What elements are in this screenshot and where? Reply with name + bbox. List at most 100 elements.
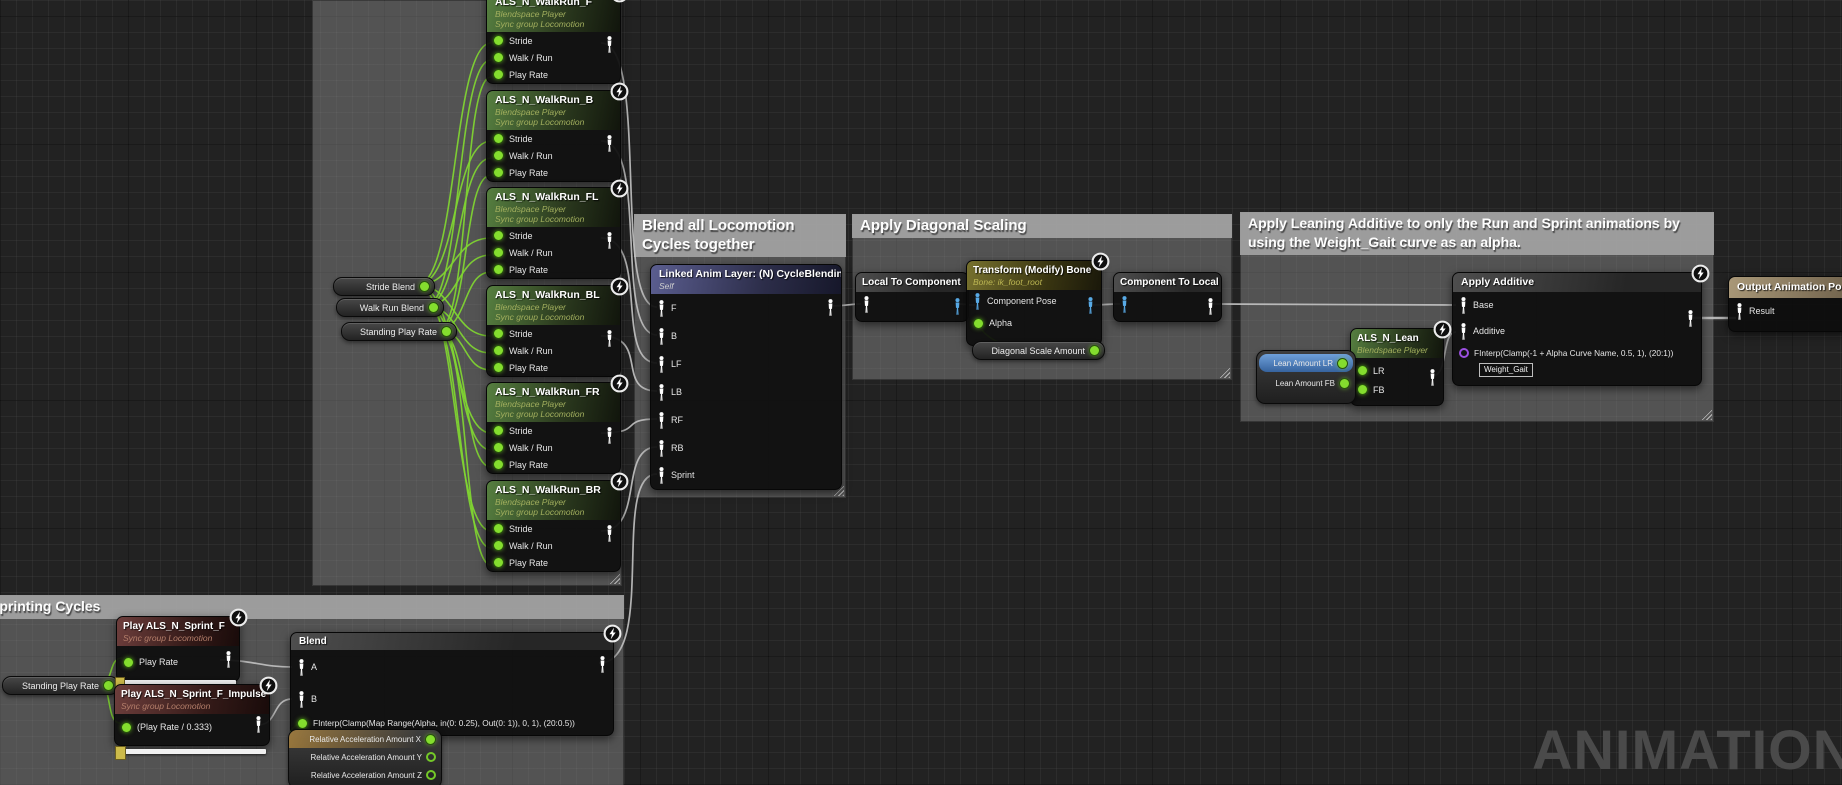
pose-a-input-pin[interactable] — [297, 659, 306, 676]
fb-input-pin[interactable] — [1357, 384, 1368, 395]
pill-lean-amount-fb[interactable]: Lean Amount FB — [1257, 374, 1355, 392]
playrate-input-pin[interactable] — [493, 459, 504, 470]
float-output-pin[interactable] — [441, 326, 452, 337]
node-blend[interactable]: Blend A B FInterp(Clamp(Map Range(Alpha,… — [290, 632, 614, 736]
pose-output-pin[interactable] — [1686, 310, 1695, 332]
alpha-curve-input-pin[interactable] — [1459, 348, 1469, 358]
pose-output-pin[interactable] — [598, 656, 607, 678]
float-output-pin[interactable] — [103, 680, 114, 691]
pose-input-pin[interactable] — [657, 412, 666, 429]
node-play-als-n-sprint-f-impulse[interactable]: Play ALS_N_Sprint_F_Impulse Sync group L… — [114, 684, 270, 746]
pose-output-pin[interactable] — [826, 299, 835, 321]
lean-amount-group[interactable]: Lean Amount LR Lean Amount FB — [1256, 350, 1356, 404]
float-output-pin[interactable] — [419, 281, 430, 292]
walkrun-input-pin[interactable] — [493, 52, 504, 63]
node-play-als-n-sprint-f[interactable]: Play ALS_N_Sprint_F Sync group Locomotio… — [116, 616, 240, 682]
pill-walk-run-blend[interactable]: Walk Run Blend — [336, 298, 444, 317]
pose-b-input-pin[interactable] — [297, 691, 306, 708]
alpha-input-pin[interactable] — [297, 718, 308, 729]
float-output-pin[interactable] — [426, 752, 436, 762]
pose-output-pin[interactable] — [605, 525, 614, 547]
node-component-to-local[interactable]: Component To Local — [1113, 272, 1222, 322]
node-apply-additive[interactable]: Apply Additive Base Additive FInterp(Cla… — [1452, 272, 1702, 386]
node-output-animation-pose[interactable]: Output Animation Pose Result — [1728, 276, 1842, 332]
walkrun-input-pin[interactable] — [493, 345, 504, 356]
pill-rel-accel-y[interactable]: Relative Acceleration Amount Y — [289, 748, 441, 766]
pose-input-pin[interactable] — [657, 467, 666, 484]
node-local-to-component[interactable]: Local To Component — [855, 272, 969, 322]
node-subtitle: Blendspace Player — [495, 302, 612, 312]
pose-input-pin[interactable] — [657, 384, 666, 401]
playrate-input-pin[interactable] — [493, 362, 504, 373]
pill-label: Relative Acceleration Amount Z — [311, 771, 422, 780]
pill-lean-amount-lr[interactable]: Lean Amount LR — [1259, 354, 1353, 372]
curve-name-input[interactable]: Weight_Gait — [1479, 363, 1533, 377]
walkrun-input-pin[interactable] — [493, 150, 504, 161]
node-als-n-walkrun-b[interactable]: ALS_N_WalkRun_B Blendspace Player Sync g… — [486, 90, 621, 182]
pose-output-pin[interactable] — [605, 135, 614, 157]
walkrun-input-pin[interactable] — [493, 247, 504, 258]
pose-input-pin[interactable] — [657, 300, 666, 317]
pose-input-pin[interactable] — [657, 328, 666, 345]
stride-input-pin[interactable] — [493, 425, 504, 436]
pill-rel-accel-x[interactable]: Relative Acceleration Amount X — [289, 730, 441, 748]
float-output-pin[interactable] — [1337, 358, 1348, 369]
pose-input-pin[interactable] — [657, 440, 666, 457]
pose-output-pin[interactable] — [1428, 369, 1437, 391]
pose-output-pin[interactable] — [224, 651, 233, 673]
playback-position-marker — [115, 746, 126, 760]
pose-output-pin[interactable] — [1206, 298, 1215, 320]
playrate-input-pin[interactable] — [123, 657, 134, 668]
playrate-input-pin[interactable] — [493, 167, 504, 178]
component-pose-output-pin[interactable] — [953, 298, 962, 320]
playrate-input-pin[interactable] — [121, 722, 132, 733]
stride-input-pin[interactable] — [493, 328, 504, 339]
fast-path-lightning-icon — [610, 0, 629, 3]
float-output-pin[interactable] — [428, 302, 439, 313]
pose-input-pin[interactable] — [862, 296, 871, 313]
stride-input-pin[interactable] — [493, 523, 504, 534]
node-als-n-walkrun-f[interactable]: ALS_N_WalkRun_F Blendspace Player Sync g… — [486, 0, 621, 84]
lr-input-pin[interactable] — [1357, 365, 1368, 376]
pill-standing-play-rate[interactable]: Standing Play Rate — [341, 322, 457, 341]
node-als-n-walkrun-bl[interactable]: ALS_N_WalkRun_BL Blendspace Player Sync … — [486, 285, 621, 377]
component-pose-input-pin[interactable] — [1120, 296, 1129, 313]
pose-output-pin[interactable] — [605, 427, 614, 449]
result-input-pin[interactable] — [1735, 303, 1744, 320]
relative-acceleration-group[interactable]: Relative Acceleration Amount X Relative … — [288, 729, 442, 785]
pose-output-pin[interactable] — [605, 330, 614, 352]
stride-input-pin[interactable] — [493, 133, 504, 144]
base-pose-input-pin[interactable] — [1459, 297, 1468, 314]
walkrun-input-pin[interactable] — [493, 442, 504, 453]
float-output-pin[interactable] — [1089, 345, 1100, 356]
node-transform-modify-bone[interactable]: Transform (Modify) Bone Bone: ik_foot_ro… — [966, 260, 1102, 346]
animgraph-canvas[interactable]: ANIMATION Blend all Locomotion Cycles to… — [0, 0, 1842, 785]
component-pose-output-pin[interactable] — [1086, 297, 1095, 319]
stride-input-pin[interactable] — [493, 230, 504, 241]
pill-rel-accel-z[interactable]: Relative Acceleration Amount Z — [289, 766, 441, 784]
float-output-pin[interactable] — [425, 734, 436, 745]
node-linked-anim-layer[interactable]: Linked Anim Layer: (N) CycleBlending Sel… — [650, 264, 842, 490]
walkrun-input-pin[interactable] — [493, 540, 504, 551]
pose-output-pin[interactable] — [605, 232, 614, 254]
pose-output-pin[interactable] — [605, 36, 614, 58]
pill-standing-play-rate-bottom[interactable]: Standing Play Rate — [2, 676, 119, 695]
node-als-n-walkrun-br[interactable]: ALS_N_WalkRun_BR Blendspace Player Sync … — [486, 480, 621, 572]
pill-diagonal-scale-amount[interactable]: Diagonal Scale Amount — [972, 341, 1105, 360]
pose-output-pin[interactable] — [254, 716, 263, 738]
float-output-pin[interactable] — [426, 770, 436, 780]
node-als-n-lean[interactable]: ALS_N_Lean Blendspace Player LR FB — [1350, 328, 1444, 406]
additive-pose-input-pin[interactable] — [1459, 323, 1468, 340]
playrate-input-pin[interactable] — [493, 557, 504, 568]
component-pose-input-pin[interactable] — [973, 293, 982, 310]
pose-input-pin[interactable] — [657, 356, 666, 373]
pill-stride-blend[interactable]: Stride Blend — [333, 277, 435, 296]
float-output-pin[interactable] — [1339, 378, 1350, 389]
playrate-input-pin[interactable] — [493, 69, 504, 80]
node-als-n-walkrun-fl[interactable]: ALS_N_WalkRun_FL Blendspace Player Sync … — [486, 187, 621, 279]
node-title: ALS_N_WalkRun_F — [495, 0, 612, 9]
playrate-input-pin[interactable] — [493, 264, 504, 275]
alpha-input-pin[interactable] — [973, 318, 984, 329]
node-als-n-walkrun-fr[interactable]: ALS_N_WalkRun_FR Blendspace Player Sync … — [486, 382, 621, 474]
stride-input-pin[interactable] — [493, 35, 504, 46]
